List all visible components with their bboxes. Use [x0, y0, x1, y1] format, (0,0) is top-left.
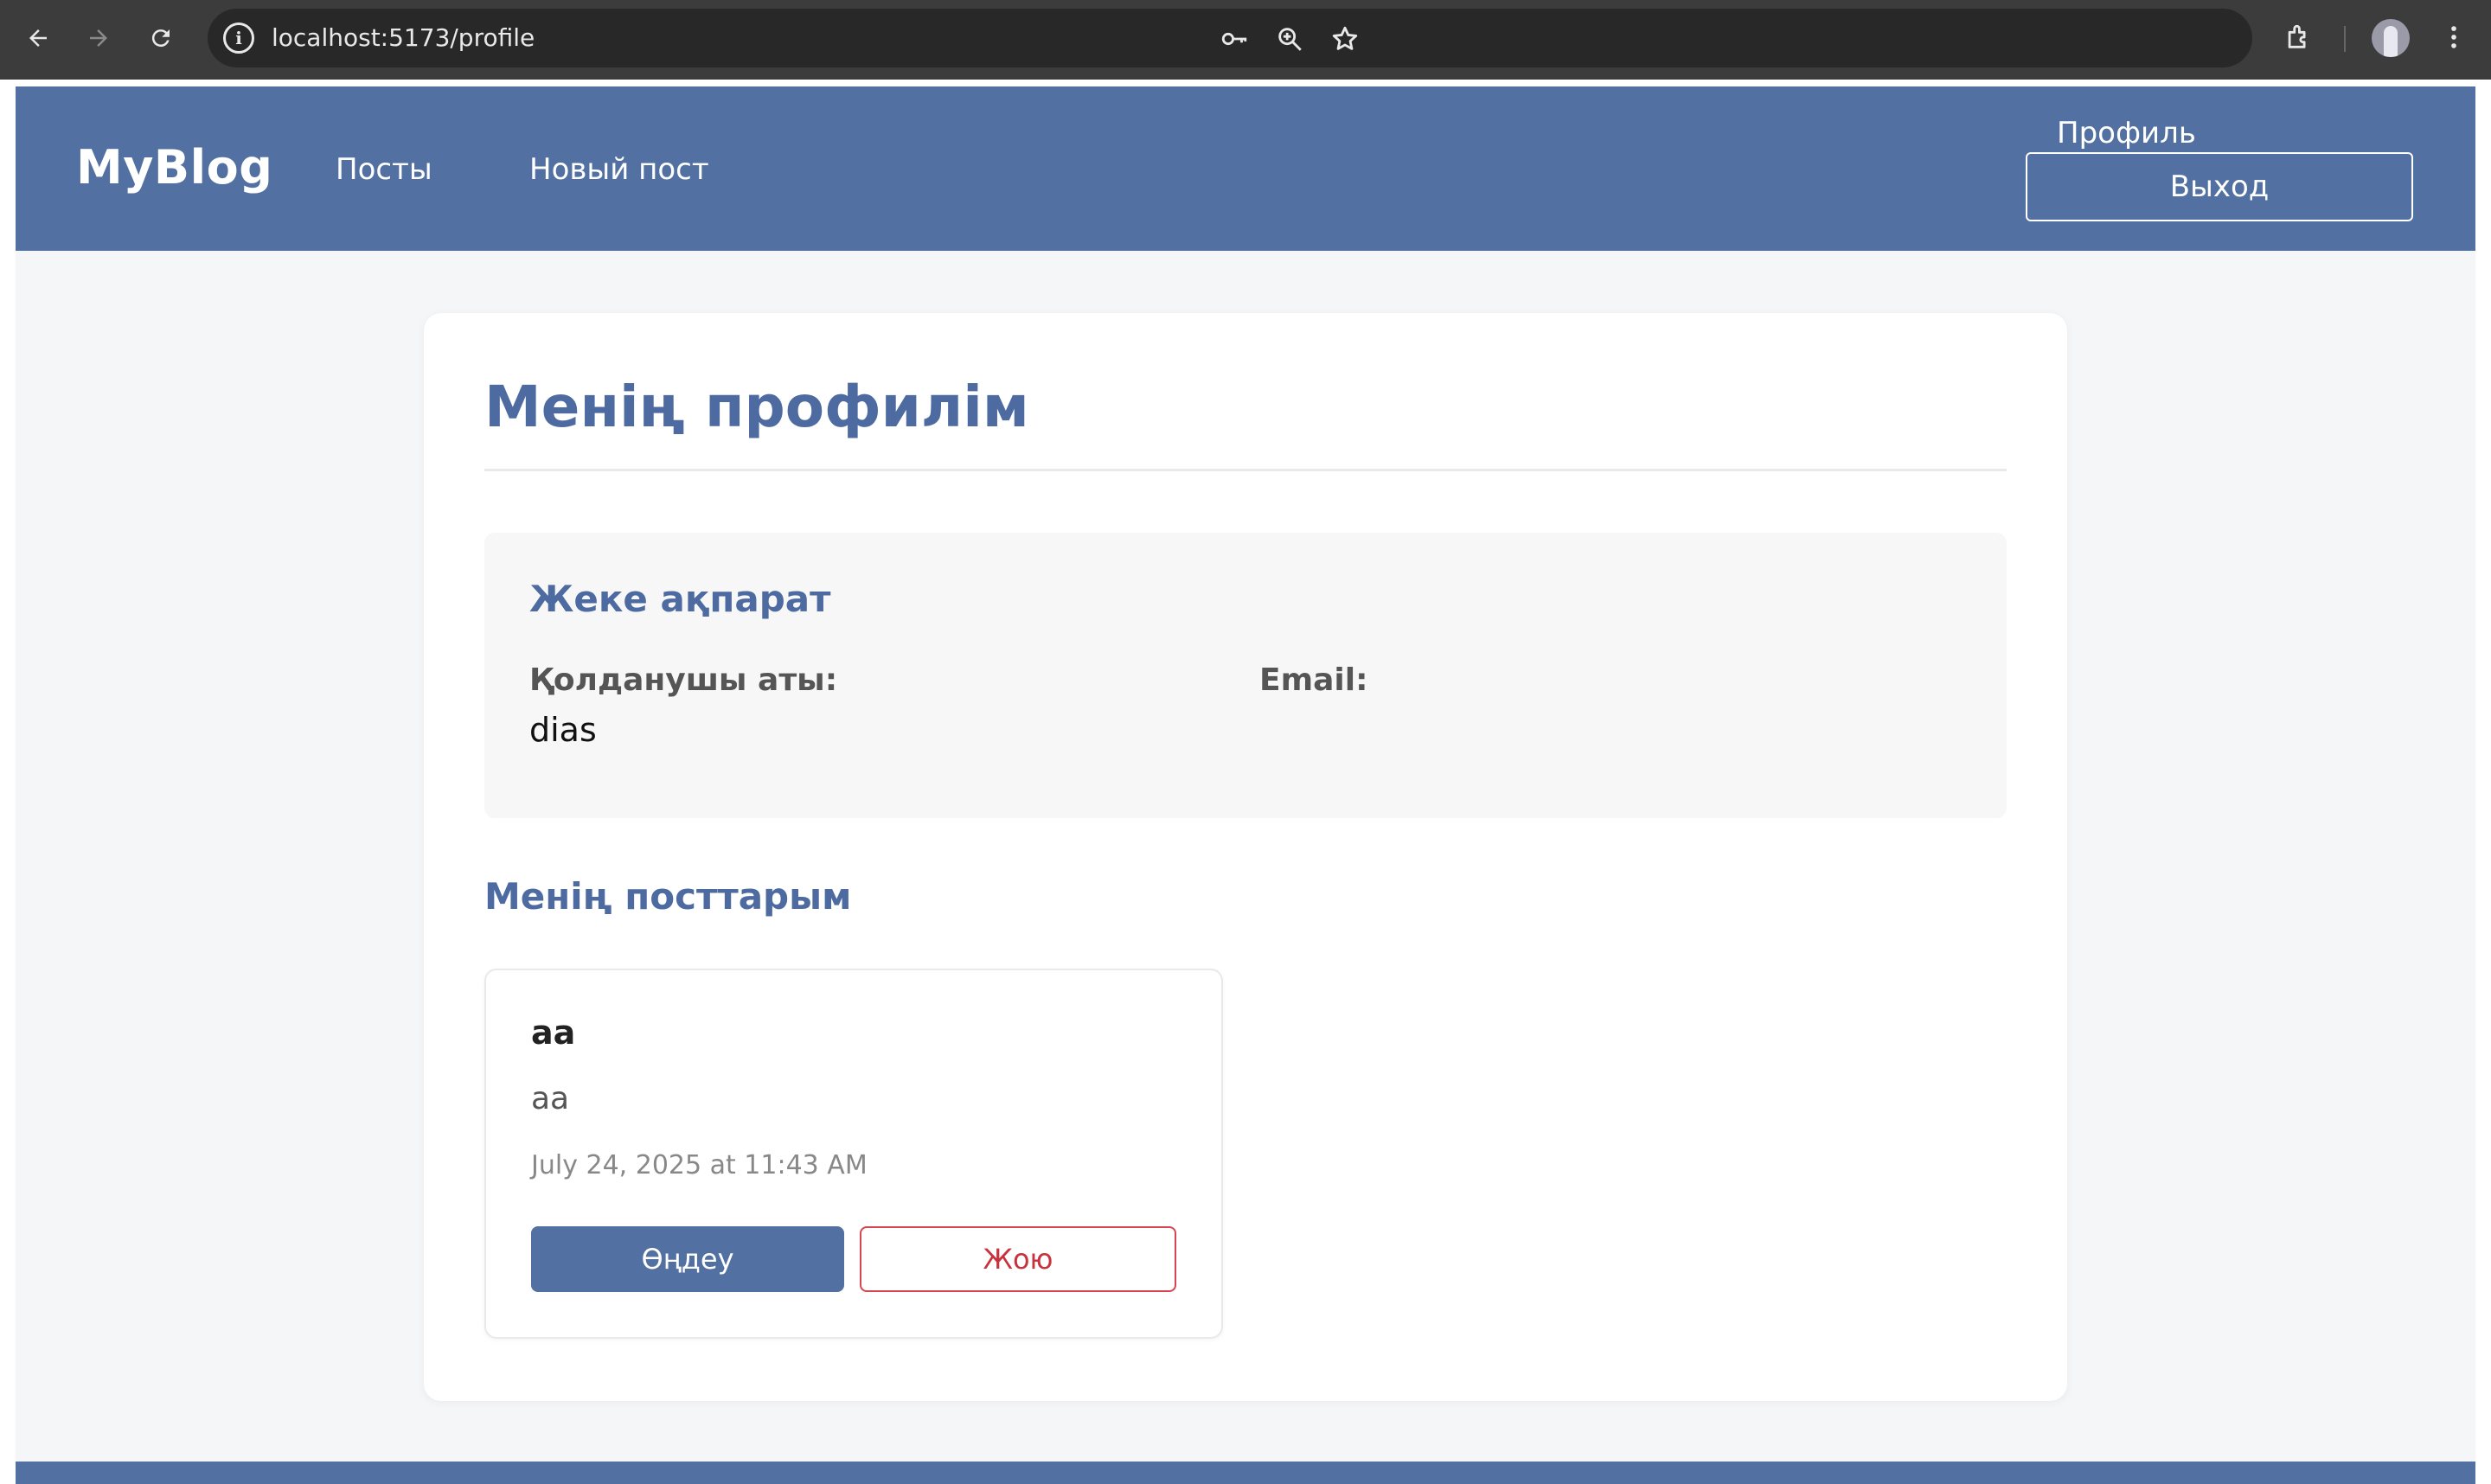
- reload-icon[interactable]: [142, 19, 180, 57]
- post-title: aa: [531, 1014, 576, 1052]
- nav-link-new-post[interactable]: Новый пост: [529, 152, 709, 187]
- profile-avatar[interactable]: [2372, 19, 2410, 57]
- personal-info-title: Жеке ақпарат: [529, 578, 831, 620]
- email-label: Email:: [1259, 662, 1368, 698]
- toolbar-separator: [2344, 26, 2346, 52]
- post-body: aa: [531, 1081, 570, 1116]
- username-label: Қолданушы аты:: [529, 662, 838, 698]
- username-value: dias: [529, 711, 597, 749]
- delete-post-button[interactable]: Жою: [860, 1226, 1176, 1292]
- browser-toolbar: i localhost:5173/profile: [0, 0, 2491, 80]
- personal-info-section: Жеке ақпарат Қолданушы аты: dias Email:: [484, 533, 2007, 818]
- bookmark-star-icon[interactable]: [1330, 24, 1360, 54]
- site-footer: [16, 1462, 2475, 1484]
- password-key-icon[interactable]: [1220, 24, 1249, 54]
- page-title: Менің профилім: [484, 374, 1029, 440]
- site-header: MyBlog Посты Новый пост Профиль Выход: [16, 86, 2475, 251]
- title-divider: [484, 469, 2007, 471]
- edit-post-button[interactable]: Өңдеу: [531, 1226, 844, 1292]
- nav-link-posts[interactable]: Посты: [336, 152, 432, 187]
- my-posts-title: Менің посттарым: [484, 875, 852, 918]
- profile-card: Менің профилім Жеке ақпарат Қолданушы ат…: [424, 313, 2067, 1401]
- post-card: aa aa July 24, 2025 at 11:43 AM Өңдеу Жо…: [484, 969, 1223, 1339]
- address-bar[interactable]: i localhost:5173/profile: [208, 9, 2252, 67]
- post-date: July 24, 2025 at 11:43 AM: [531, 1150, 868, 1180]
- nav-link-profile[interactable]: Профиль: [2057, 116, 2196, 150]
- chrome-divider: [0, 80, 2491, 86]
- site-info-icon[interactable]: i: [223, 22, 254, 54]
- back-arrow-icon[interactable]: [19, 19, 57, 57]
- extensions-icon[interactable]: [2283, 22, 2313, 52]
- logout-button[interactable]: Выход: [2026, 152, 2413, 221]
- menu-dots-icon[interactable]: [2439, 22, 2469, 52]
- url-text[interactable]: localhost:5173/profile: [272, 9, 535, 67]
- brand-logo[interactable]: MyBlog: [76, 140, 272, 195]
- forward-arrow-icon[interactable]: [80, 19, 118, 57]
- page: MyBlog Посты Новый пост Профиль Выход Ме…: [16, 86, 2475, 1484]
- zoom-icon[interactable]: [1275, 24, 1304, 54]
